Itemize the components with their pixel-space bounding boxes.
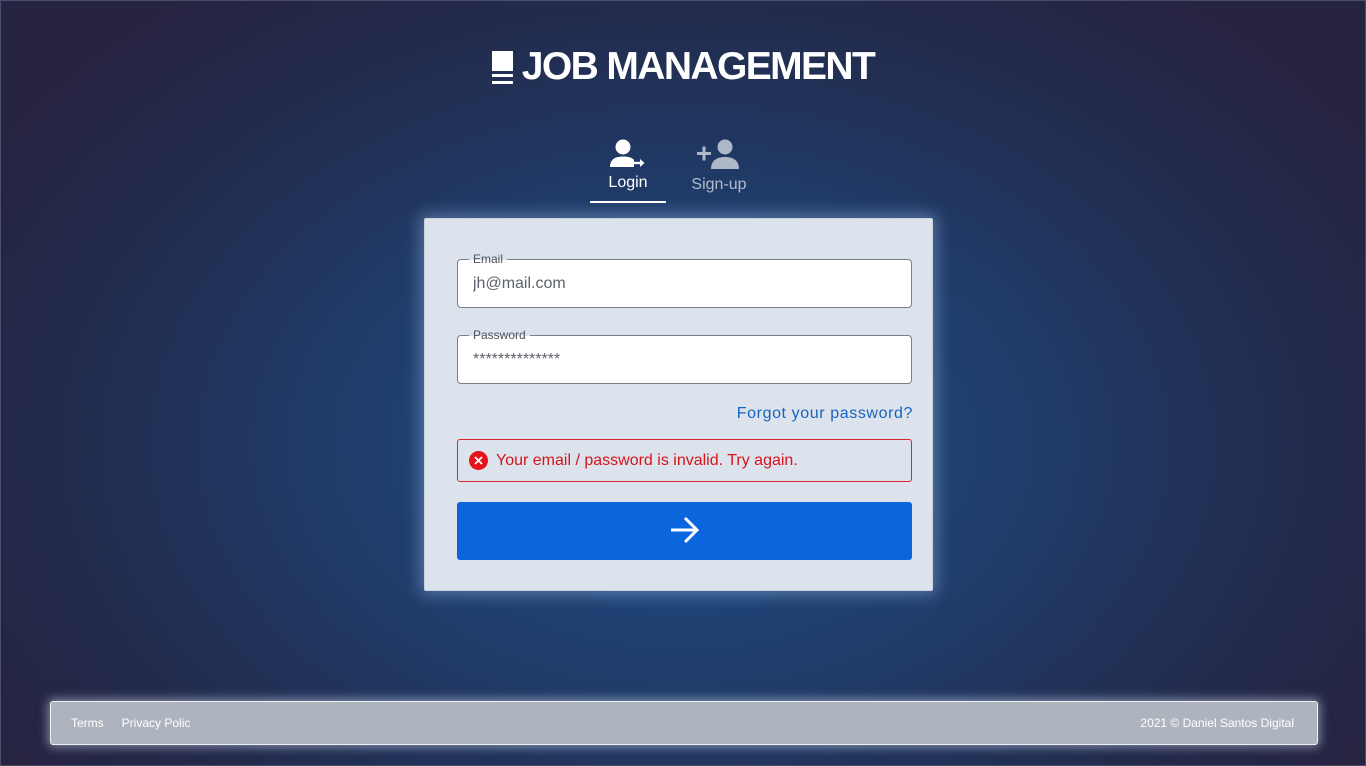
error-message: Your email / password is invalid. Try ag… xyxy=(496,451,798,469)
tab-signup[interactable]: Sign-up xyxy=(666,137,772,203)
tab-login-label: Login xyxy=(608,174,648,191)
email-input[interactable] xyxy=(473,260,898,307)
login-submit-button[interactable] xyxy=(457,502,912,560)
login-card: Email Password Forgot your password? You… xyxy=(424,218,933,591)
copyright-text: 2021 © Daniel Santos Digital xyxy=(1140,716,1294,730)
stacked-book-icon xyxy=(491,50,513,84)
add-user-icon xyxy=(695,137,743,171)
footer-bar: Terms Privacy Polic 2021 © Daniel Santos… xyxy=(50,701,1318,745)
tab-signup-label: Sign-up xyxy=(691,176,747,193)
tab-login[interactable]: Login xyxy=(590,137,666,203)
terms-link[interactable]: Terms xyxy=(71,716,104,730)
forgot-password-link[interactable]: Forgot your password? xyxy=(737,405,913,423)
password-input[interactable] xyxy=(473,336,898,383)
password-field: Password xyxy=(457,327,912,384)
app-title: JOB MANAGEMENT xyxy=(521,45,876,88)
error-alert: Your email / password is invalid. Try ag… xyxy=(457,439,912,482)
app-logo: JOB MANAGEMENT xyxy=(1,45,1365,89)
auth-tabs: Login Sign-up xyxy=(590,137,772,203)
error-circle-x-icon xyxy=(469,451,488,470)
privacy-policy-link[interactable]: Privacy Polic xyxy=(122,716,191,730)
email-field: Email xyxy=(457,251,912,308)
arrow-right-icon xyxy=(669,515,701,548)
user-login-arrow-icon xyxy=(608,137,648,171)
